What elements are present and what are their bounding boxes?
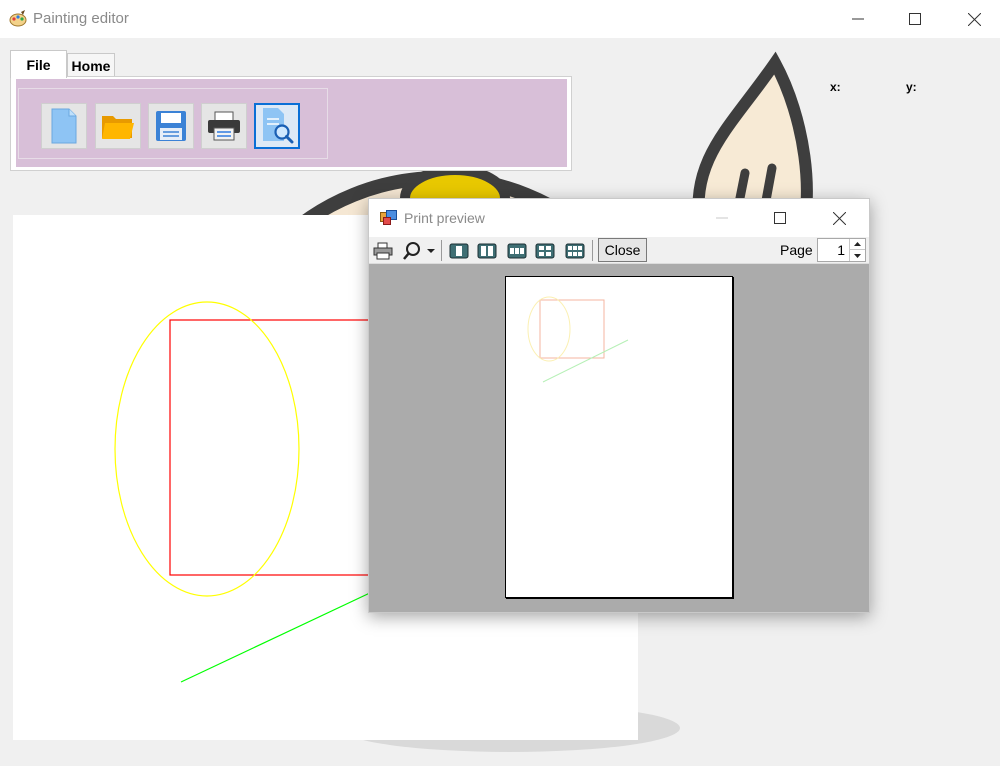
print-preview-toolbar: Close Page 1 <box>369 237 869 264</box>
toolbar-three-pages-button[interactable] <box>506 240 528 261</box>
close-window-button[interactable] <box>951 0 997 38</box>
print-icon <box>208 111 240 141</box>
chevron-up-icon <box>854 242 861 246</box>
toolbar-four-pages-button[interactable] <box>534 240 556 261</box>
minimize-icon <box>852 18 864 20</box>
two-pages-icon <box>477 243 497 258</box>
printer-icon <box>373 242 393 259</box>
toolbar-six-pages-button[interactable] <box>564 240 586 261</box>
one-page-icon <box>449 243 469 258</box>
print-preview-maximize-button[interactable] <box>757 199 803 237</box>
page-up-button[interactable] <box>850 239 865 250</box>
toolbar-separator <box>441 240 442 261</box>
three-pages-icon <box>507 243 527 258</box>
paint-palette-icon <box>9 10 27 28</box>
tab-file[interactable]: File <box>10 50 67 78</box>
page-down-button[interactable] <box>850 250 865 261</box>
ribbon: File Home <box>10 50 572 171</box>
save-icon <box>156 111 186 141</box>
toolbar-separator <box>592 240 593 261</box>
maximize-icon <box>774 212 786 224</box>
file-button-group <box>18 88 328 159</box>
print-preview-minimize-button[interactable] <box>699 199 745 237</box>
preview-rectangle-shape <box>539 299 605 359</box>
print-preview-titlebar: Print preview <box>369 199 869 237</box>
maximize-button[interactable] <box>892 0 938 38</box>
print-preview-dialog: Print preview Close Page 1 <box>368 198 870 613</box>
page-number-value: 1 <box>837 242 845 258</box>
tab-home[interactable]: Home <box>67 53 115 77</box>
print-preview-area <box>369 264 869 612</box>
open-folder-icon <box>102 116 134 139</box>
new-button[interactable] <box>41 103 87 149</box>
window-title: Painting editor <box>33 10 129 27</box>
window-titlebar: Painting editor <box>0 0 1000 38</box>
print-preview-window-icon <box>380 210 397 225</box>
chevron-down-icon <box>854 253 861 258</box>
print-button[interactable] <box>201 103 247 149</box>
zoom-magnifier-icon <box>403 241 420 260</box>
toolbar-print-button[interactable] <box>372 240 394 261</box>
new-document-icon <box>51 108 77 144</box>
print-preview-close-button[interactable]: Close <box>598 238 647 262</box>
preview-ellipse-shape <box>527 296 571 362</box>
preview-line-shape <box>542 339 629 383</box>
page-number-stepper[interactable]: 1 <box>817 238 866 262</box>
close-icon <box>967 12 981 26</box>
minimize-icon <box>716 217 728 219</box>
six-pages-icon <box>565 243 585 258</box>
print-preview-title: Print preview <box>404 210 485 226</box>
x-coordinate-label: x: <box>830 80 841 94</box>
print-preview-close-window-button[interactable] <box>816 199 862 237</box>
four-pages-icon <box>535 243 555 258</box>
ribbon-file-page <box>16 79 567 167</box>
toolbar-two-pages-button[interactable] <box>476 240 498 261</box>
minimize-button[interactable] <box>835 0 881 38</box>
canvas-ellipse-shape <box>114 301 300 597</box>
y-coordinate-label: y: <box>906 80 917 94</box>
open-button[interactable] <box>95 103 141 149</box>
close-icon <box>832 211 846 225</box>
print-preview-icon <box>263 108 294 144</box>
preview-page <box>505 276 733 598</box>
ribbon-panel <box>10 76 572 171</box>
toolbar-one-page-button[interactable] <box>448 240 470 261</box>
save-button[interactable] <box>148 103 194 149</box>
toolbar-zoom-button[interactable] <box>398 240 440 261</box>
maximize-icon <box>909 13 921 25</box>
chevron-down-icon <box>427 248 435 253</box>
print-preview-button[interactable] <box>254 103 300 149</box>
page-label: Page <box>780 242 813 258</box>
page-spin-buttons <box>849 239 865 261</box>
